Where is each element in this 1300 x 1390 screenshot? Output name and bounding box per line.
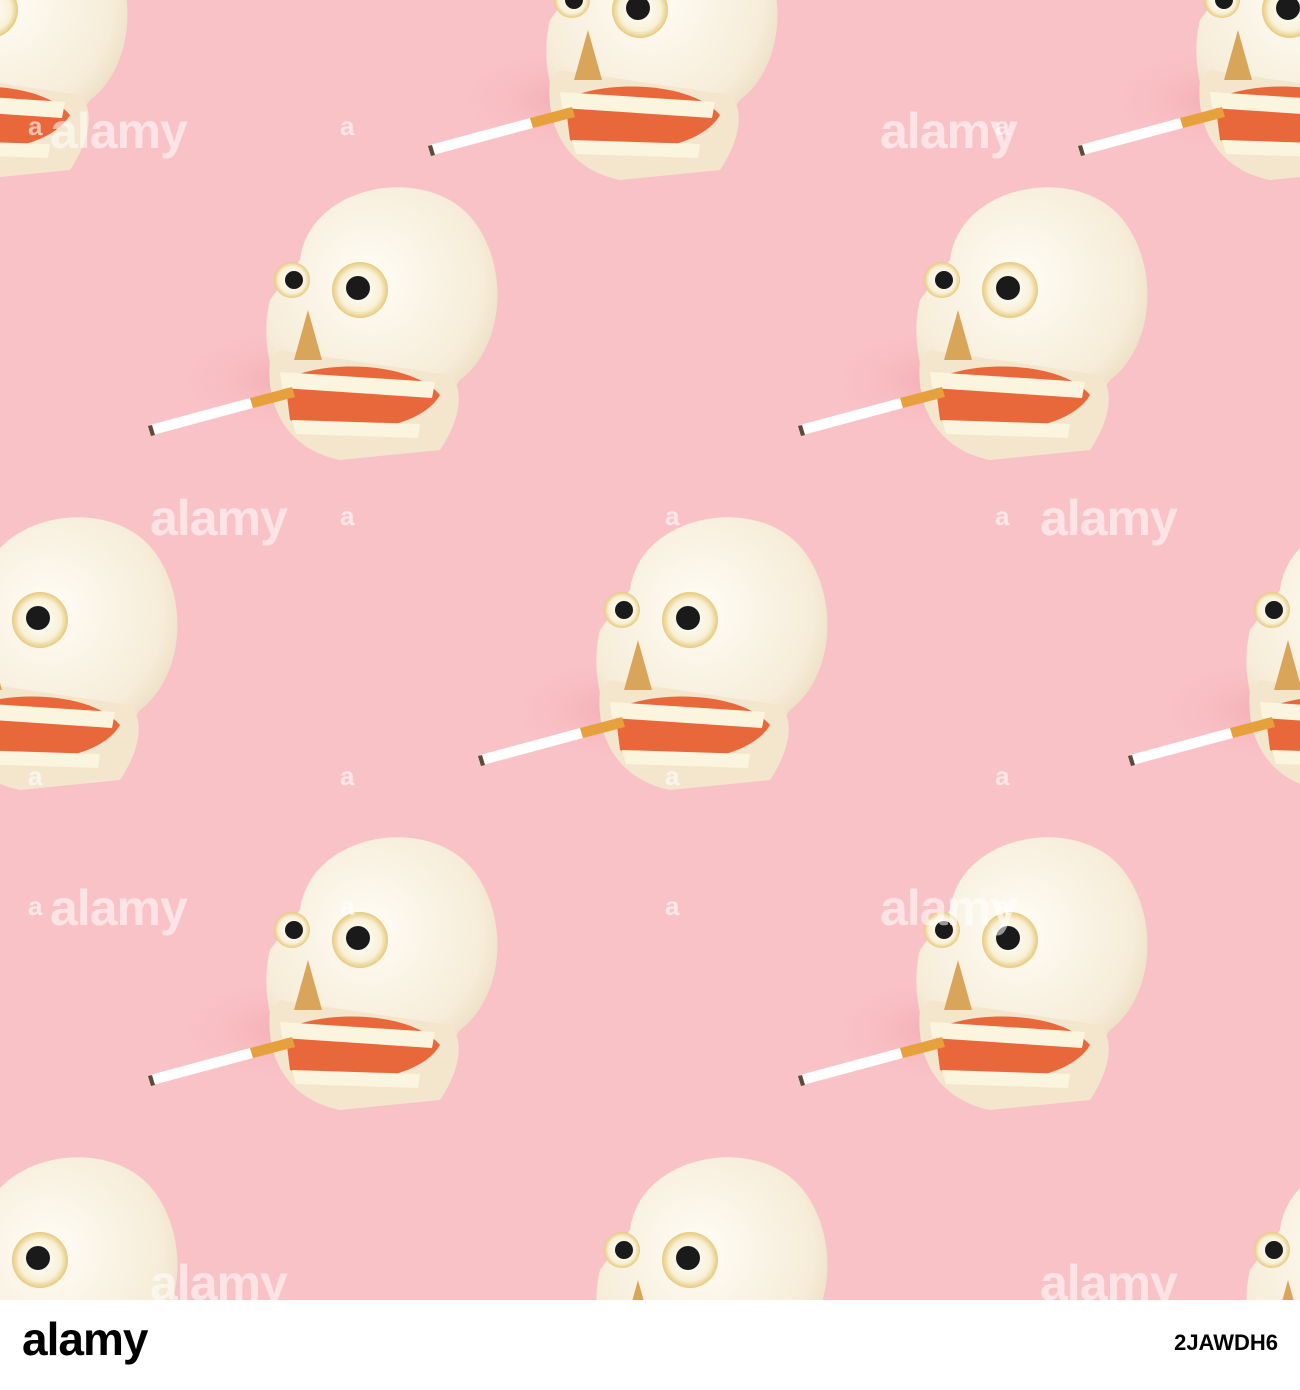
alamy-watermark: alamy [150, 1255, 288, 1300]
footer-logo: alamy [22, 1313, 148, 1365]
photo: alamy alamy alamy alamy alamy alamy alamy alamy… [0, 0, 1300, 1300]
alamy-mark: a [28, 891, 43, 921]
alamy-watermark: alamy [150, 490, 288, 546]
alamy-mark: a [995, 501, 1010, 531]
alamy-mark: a [340, 501, 355, 531]
alamy-mark: a [28, 761, 43, 791]
alamy-mark: a [665, 501, 680, 531]
alamy-mark: a [995, 761, 1010, 791]
alamy-mark: a [28, 111, 43, 141]
alamy-mark: a [340, 891, 355, 921]
alamy-mark: a [340, 761, 355, 791]
alamy-watermark: alamy [50, 880, 188, 936]
alamy-mark: a [665, 891, 680, 921]
alamy-mark: a [995, 891, 1010, 921]
image-id: 2JAWDH6 [1174, 1330, 1278, 1355]
alamy-watermark: alamy [1040, 490, 1178, 546]
skull-pattern-image: alamy alamyalamy alamyalamy alamyalamy alamy… [0, 0, 1300, 1300]
alamy-mark: a [665, 761, 680, 791]
alamy-mark: a [340, 111, 355, 141]
alamy-mark: a [995, 111, 1010, 141]
alamy-watermark: alamy [50, 103, 188, 159]
alamy-watermark: alamy [1040, 1255, 1178, 1300]
footer-bar: alamy 2JAWDH6 [0, 1300, 1300, 1390]
